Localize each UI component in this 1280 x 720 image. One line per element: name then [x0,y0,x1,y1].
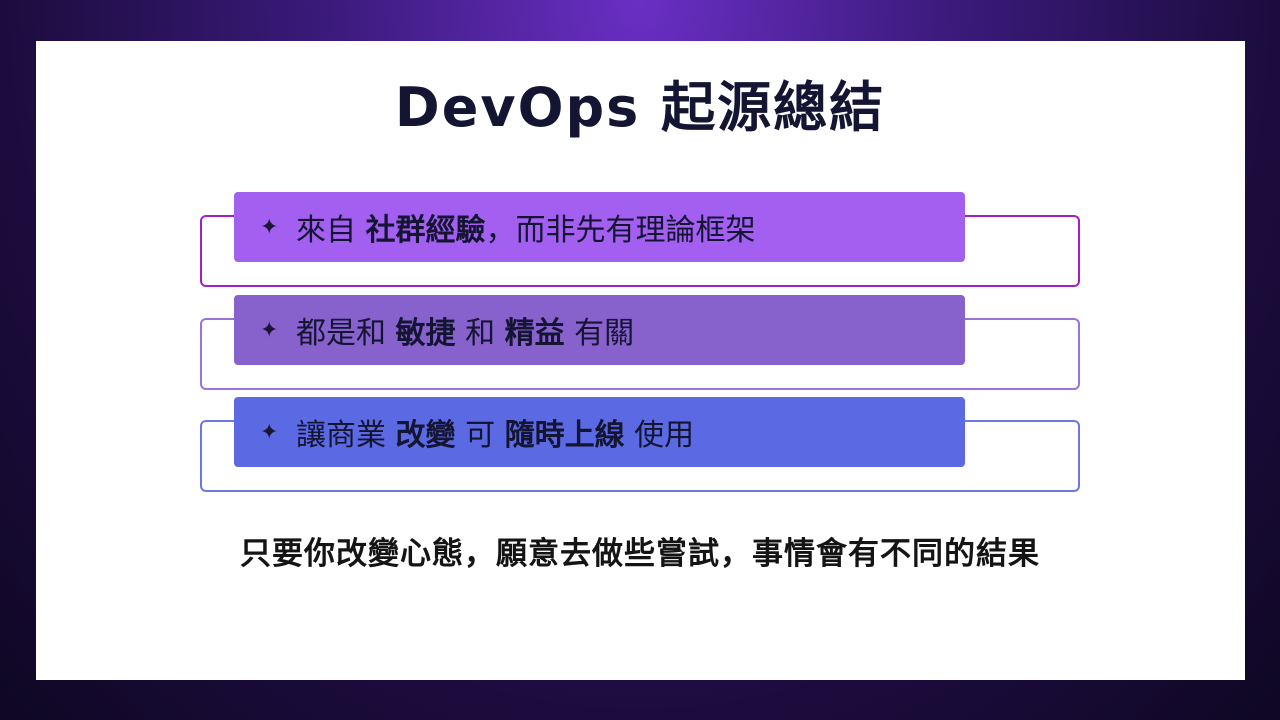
bullet-item-3-seg-3: 可 [455,418,505,453]
bullet-item-3-bar: ✦ 讓商業 改變 可 隨時上線 使用 [234,397,965,467]
bullet-item-3-seg-5: 使用 [624,418,695,453]
bullet-item-3-seg-4: 隨時上線 [504,418,625,453]
slide-title: DevOps 起源總結 [394,76,886,139]
bullet-item-1-text: 來自 社群經驗，而非先有理論框架 [296,205,756,249]
bullet-item-1-seg-3: ，而非先有理論框架 [485,213,756,248]
bullet-item-2-text: 都是和 敏捷 和 精益 有關 [296,308,634,352]
star-icon: ✦ [260,317,279,343]
star-icon: ✦ [260,214,279,240]
bullet-item-2-bar: ✦ 都是和 敏捷 和 精益 有關 [234,295,965,365]
bullet-item-1-seg-2: 社群經驗 [365,213,486,248]
bullet-item-2-seg-4: 精益 [504,316,565,351]
bullet-item-1-seg-1: 來自 [296,213,366,248]
bullet-item-3-seg-1: 讓商業 [296,418,396,453]
bullet-item-2-seg-5: 有關 [564,316,635,351]
bullet-item-2-seg-1: 都是和 [296,316,396,351]
star-icon: ✦ [260,419,279,445]
bullet-item-3: ✦ 讓商業 改變 可 隨時上線 使用 [200,397,1280,497]
bullet-item-3-seg-2: 改變 [395,418,456,453]
bullet-item-1: ✦ 來自 社群經驗，而非先有理論框架 [200,192,1280,292]
bullet-item-3-text: 讓商業 改變 可 隨時上線 使用 [296,410,694,454]
bullet-item-1-bar: ✦ 來自 社群經驗，而非先有理論框架 [234,192,965,262]
bullet-item-2: ✦ 都是和 敏捷 和 精益 有關 [200,295,1280,395]
slide-footer-message: 只要你改變心態，願意去做些嘗試，事情會有不同的結果 [240,536,1040,572]
bullet-item-2-seg-2: 敏捷 [395,316,456,351]
bullet-item-2-seg-3: 和 [455,316,505,351]
